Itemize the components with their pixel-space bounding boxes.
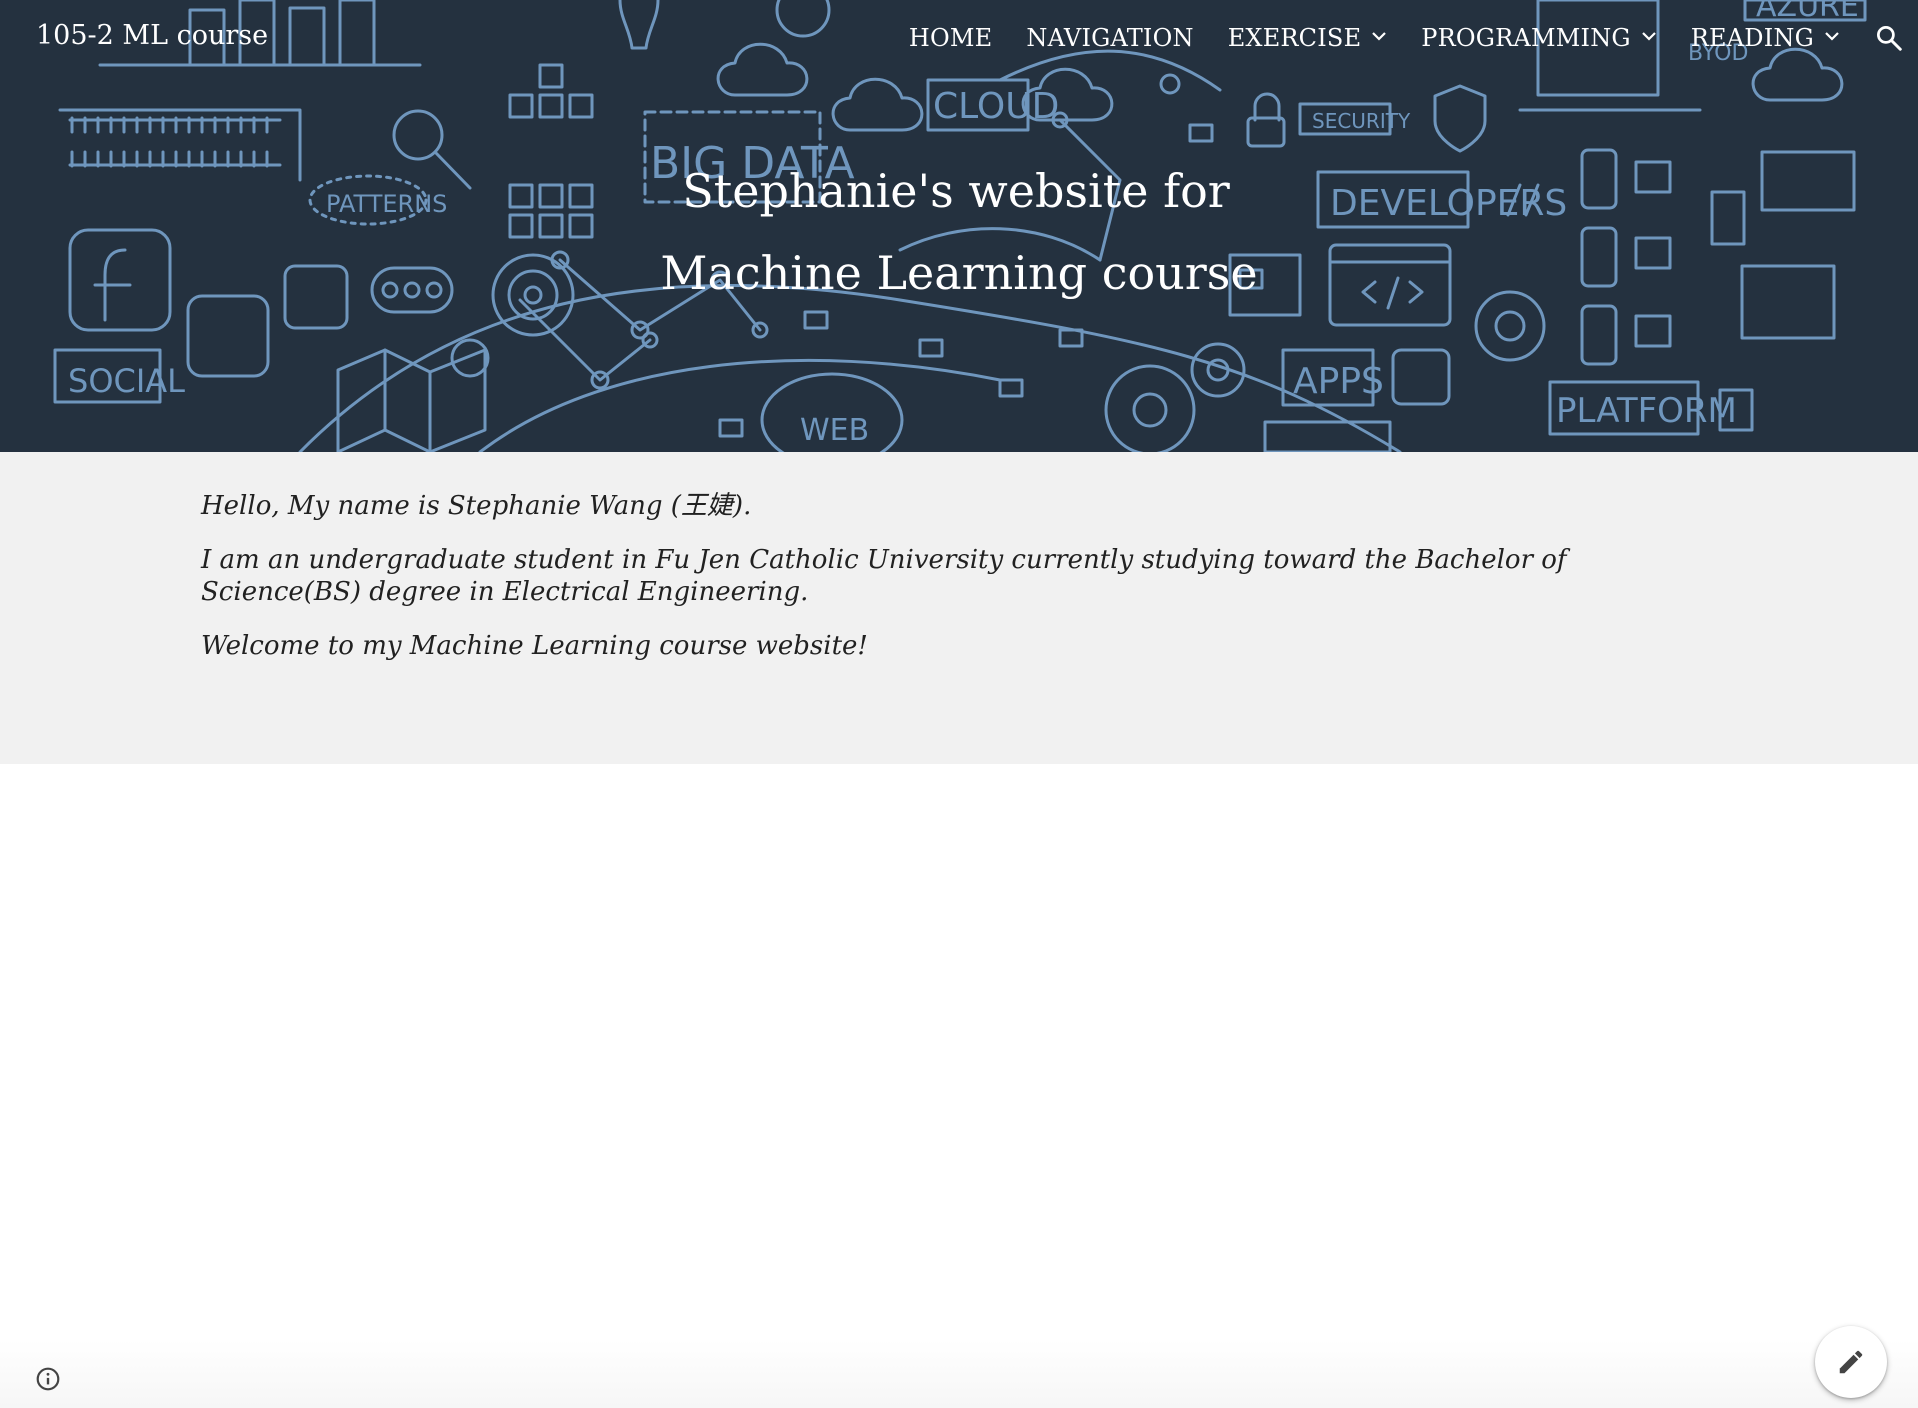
intro-paragraph-1: Hello, My name is Stephanie Wang (王婕).: [201, 491, 752, 521]
top-navigation: HOME NAVIGATION EXERCISE PROGRAMMING REA…: [909, 18, 1918, 58]
page-title-line-1: Stephanie's website for: [682, 164, 1230, 218]
nav-item-exercise[interactable]: EXERCISE: [1228, 24, 1388, 52]
page-title-line-2: Machine Learning course: [660, 246, 1258, 300]
chevron-down-icon[interactable]: [1371, 28, 1387, 44]
info-icon[interactable]: [35, 1366, 61, 1392]
edit-button[interactable]: [1815, 1326, 1887, 1398]
header-banner: BIG DATA CLOUD PATTERNS SECURITY DEVELOP…: [0, 0, 1918, 452]
nav-item-label: READING: [1690, 24, 1814, 52]
doodle-web: WEB: [800, 413, 869, 448]
nav-item-programming[interactable]: PROGRAMMING: [1421, 24, 1656, 52]
intro-text: Hello, My name is Stephanie Wang (王婕). I…: [201, 490, 1721, 684]
doodle-security: SECURITY: [1312, 109, 1411, 133]
pencil-icon: [1839, 1350, 1863, 1374]
site-title[interactable]: 105-2 ML course: [36, 18, 268, 54]
nav-item-label: PROGRAMMING: [1421, 24, 1631, 52]
doodle-platform: PLATFORM: [1556, 391, 1737, 431]
search-icon[interactable]: [1874, 23, 1904, 53]
chevron-down-icon[interactable]: [1824, 28, 1840, 44]
nav-item-label: HOME: [908, 24, 993, 52]
chevron-down-icon[interactable]: [1641, 28, 1657, 44]
intro-paragraph-2: I am an undergraduate student in Fu Jen …: [201, 545, 1567, 607]
doodle-apps: APPS: [1293, 361, 1384, 402]
page-title: Stephanie's website for Machine Learning…: [0, 150, 1918, 314]
nav-item-home[interactable]: HOME: [909, 24, 993, 52]
nav-item-label: NAVIGATION: [1026, 24, 1194, 52]
nav-item-label: EXERCISE: [1227, 24, 1362, 52]
doodle-social: SOCIAL: [68, 362, 185, 400]
nav-item-navigation[interactable]: NAVIGATION: [1026, 24, 1193, 52]
intro-paragraph-3: Welcome to my Machine Learning course we…: [201, 631, 868, 661]
footer-bar: [0, 1340, 1918, 1408]
doodle-cloud: CLOUD: [933, 86, 1059, 127]
intro-section: Hello, My name is Stephanie Wang (王婕). I…: [0, 452, 1918, 764]
nav-item-reading[interactable]: READING: [1691, 24, 1840, 52]
